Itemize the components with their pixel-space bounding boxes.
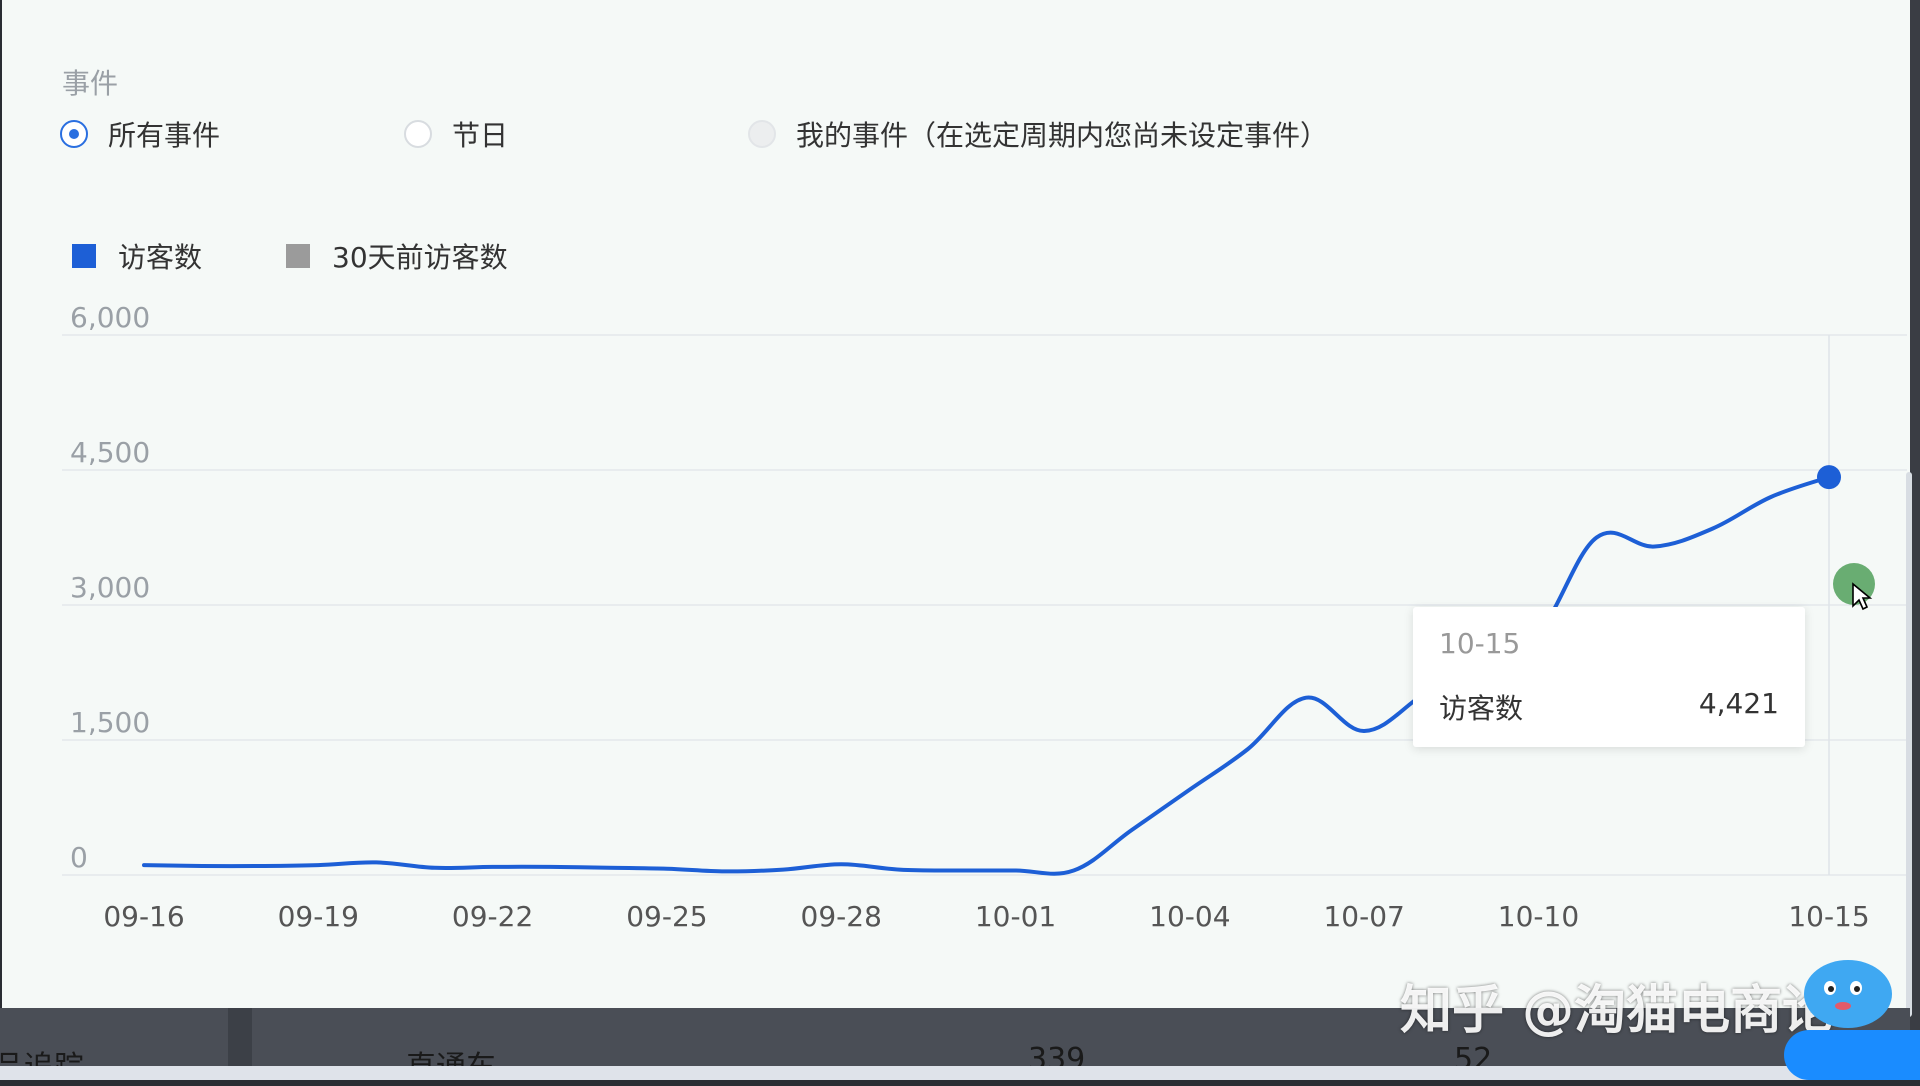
x-tick-label: 10-01 — [975, 900, 1056, 933]
x-tick-label: 10-04 — [1149, 900, 1230, 933]
data-point-highlight — [1817, 465, 1841, 490]
y-tick-label: 1,500 — [70, 706, 150, 739]
chart-tooltip: 10-15 访客数 4,421 — [1413, 607, 1805, 747]
x-tick-label: 09-19 — [278, 900, 359, 933]
y-tick-label: 3,000 — [70, 571, 150, 604]
cursor-arrow-icon — [1852, 582, 1873, 611]
watermark-text: 知乎 @淘猫电商论 — [1400, 981, 1835, 1041]
chart-panel: 事件 所有事件 节日 我的事件（在选定周期内您尚未设定事件） 访客数 30天前访… — [2, 0, 1910, 1008]
floating-action-button[interactable] — [1784, 1030, 1920, 1080]
tooltip-series-name: 访客数 — [1439, 692, 1524, 725]
x-tick-label: 09-22 — [452, 900, 533, 933]
visitor-line-chart: 6,000 4,500 3,000 1,500 0 09-16 09-19 09-22 09-2… — [62, 301, 1907, 933]
x-tick-label: 10-10 — [1498, 900, 1579, 933]
x-tick-label: 09-25 — [626, 900, 707, 933]
y-tick-label: 6,000 — [70, 301, 150, 334]
bottom-strip — [0, 1066, 1910, 1080]
tooltip-value: 4,421 — [1698, 687, 1779, 720]
x-tick-label: 09-28 — [801, 900, 882, 933]
scrollbar-thumb[interactable] — [1906, 472, 1912, 1017]
x-tick-label: 10-15 — [1788, 900, 1869, 933]
x-tick-label: 09-16 — [103, 900, 184, 933]
x-tick-label: 10-07 — [1323, 900, 1404, 933]
y-tick-label: 4,500 — [70, 436, 150, 469]
y-tick-label: 0 — [70, 841, 88, 874]
tooltip-date: 10-15 — [1439, 627, 1521, 660]
